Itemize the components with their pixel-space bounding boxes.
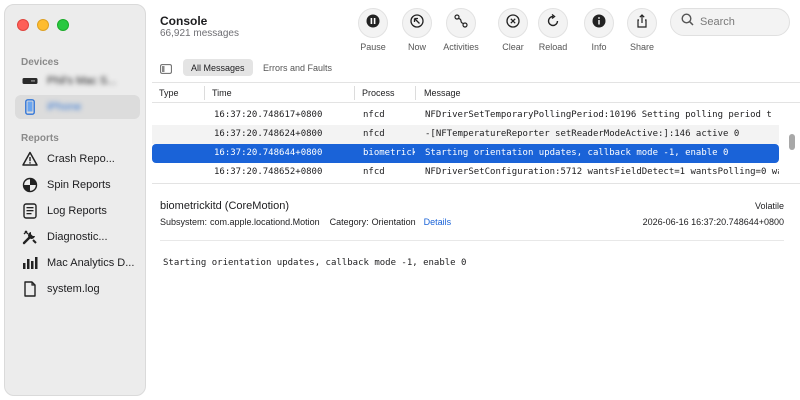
- sidebar-item-label: Spin Reports: [47, 179, 111, 191]
- sidebar-item-analytics-data[interactable]: Mac Analytics D...: [15, 251, 140, 275]
- row-time: 16:37:20.748624+0800: [214, 129, 323, 139]
- spin-reports-icon: [21, 176, 39, 194]
- clear-icon: [506, 13, 520, 33]
- devices-section-title: Devices: [21, 57, 59, 68]
- mac-mini-icon: [21, 72, 39, 90]
- row-message: NFDriverSetTemporaryPollingPeriod:10196 …: [425, 110, 772, 120]
- now-label: Now: [407, 42, 426, 52]
- row-time: 16:37:20.748644+0800: [214, 148, 323, 158]
- sidebar-item-label: iPhone: [47, 101, 82, 113]
- share-icon: [635, 13, 649, 33]
- column-divider[interactable]: [415, 86, 416, 100]
- reports-section-title: Reports: [21, 133, 59, 144]
- sidebar-toggle-icon[interactable]: [160, 61, 172, 79]
- column-divider[interactable]: [204, 86, 205, 100]
- detail-message: Starting orientation updates, callback m…: [163, 258, 467, 268]
- sidebar-item-label: system.log: [47, 283, 100, 295]
- search-field[interactable]: [670, 8, 790, 36]
- analytics-data-icon: [21, 254, 39, 272]
- crash-reports-icon: [21, 150, 39, 168]
- log-scrollbar[interactable]: [788, 104, 796, 180]
- info-icon: [592, 14, 606, 33]
- search-input[interactable]: [700, 16, 780, 28]
- row-process: nfcd: [363, 167, 385, 177]
- now-button[interactable]: Now: [392, 8, 442, 52]
- share-button[interactable]: Share: [617, 8, 667, 52]
- activities-button[interactable]: Activities: [436, 8, 486, 52]
- sidebar-item-spin-reports[interactable]: Spin Reports: [15, 173, 140, 197]
- close-window-button[interactable]: [17, 19, 29, 31]
- sidebar-item-iphone[interactable]: iPhone: [15, 95, 140, 119]
- subsystem-label: Subsystem:: [160, 217, 208, 227]
- zoom-window-button[interactable]: [57, 19, 69, 31]
- reload-button[interactable]: Reload: [528, 8, 578, 52]
- row-process: biometrickitd: [363, 148, 415, 158]
- sidebar-item-system-log[interactable]: system.log: [15, 277, 140, 301]
- sidebar-item-label: Log Reports: [47, 205, 107, 217]
- row-time: 16:37:20.748617+0800: [214, 110, 323, 120]
- table-row[interactable]: 16:37:20.748624+0800 nfcd -[NFTemperatur…: [152, 125, 779, 144]
- scrollbar-thumb[interactable]: [789, 134, 795, 150]
- pause-label: Pause: [360, 42, 386, 52]
- subsystem-value: com.apple.locationd.Motion: [210, 217, 320, 227]
- split-divider[interactable]: [152, 183, 800, 184]
- log-table-header: Type Time Process Message: [152, 82, 800, 103]
- category-label: Category:: [329, 217, 369, 227]
- row-message: NFDriverSetConfiguration:5712 wantsField…: [425, 167, 779, 177]
- iphone-icon: [21, 98, 39, 116]
- share-label: Share: [629, 42, 655, 52]
- row-message: Starting orientation updates, callback m…: [425, 148, 729, 158]
- console-window: Devices Phil's Mac S... iPhone Reports C…: [0, 0, 800, 400]
- sidebar-item-label: Mac Analytics D...: [47, 257, 135, 269]
- table-row[interactable]: 16:37:20.748617+0800 nfcd NFDriverSetTem…: [152, 106, 779, 125]
- details-link[interactable]: Details: [424, 217, 452, 227]
- reload-label: Reload: [538, 42, 568, 52]
- row-process: nfcd: [363, 129, 385, 139]
- category-value: Orientation: [371, 217, 416, 227]
- volatile-badge: Volatile: [754, 201, 784, 211]
- row-time: 16:37:20.748652+0800: [214, 167, 323, 177]
- detail-metadata: Subsystem: com.apple.locationd.Motion Ca…: [160, 217, 451, 227]
- reload-icon: [546, 13, 560, 33]
- table-row-selected[interactable]: 16:37:20.748644+0800 biometrickitd Start…: [152, 144, 779, 163]
- window-title: Console: [160, 14, 208, 28]
- activities-label: Activities: [443, 42, 479, 52]
- detail-timestamp: 2026-06-16 16:37:20.748644+0800: [642, 217, 784, 227]
- sidebar-item-diagnostic-reports[interactable]: Diagnostic...: [15, 225, 140, 249]
- window-controls: [17, 19, 69, 31]
- column-process[interactable]: Process: [362, 88, 395, 98]
- log-reports-icon: [21, 202, 39, 220]
- column-message[interactable]: Message: [424, 88, 461, 98]
- detail-title: biometrickitd (CoreMotion): [160, 200, 289, 212]
- sidebar: Devices Phil's Mac S... iPhone Reports C…: [4, 4, 146, 396]
- column-divider[interactable]: [354, 86, 355, 100]
- row-process: nfcd: [363, 110, 385, 120]
- sidebar-item-label: Crash Repo...: [47, 153, 115, 165]
- clear-label: Clear: [502, 42, 524, 52]
- tab-errors-and-faults[interactable]: Errors and Faults: [255, 59, 340, 76]
- diagnostic-reports-icon: [21, 228, 39, 246]
- tab-all-messages[interactable]: All Messages: [183, 59, 253, 76]
- row-message: -[NFTemperatureReporter setReaderModeAct…: [425, 129, 740, 139]
- info-label: Info: [591, 42, 607, 52]
- document-icon: [21, 280, 39, 298]
- activities-icon: [454, 13, 468, 33]
- detail-divider: [160, 240, 784, 241]
- sidebar-item-log-reports[interactable]: Log Reports: [15, 199, 140, 223]
- search-icon: [681, 13, 694, 31]
- table-row[interactable]: 16:37:20.748652+0800 nfcd NFDriverSetCon…: [152, 163, 779, 182]
- sidebar-item-crash-reports[interactable]: Crash Repo...: [15, 147, 140, 171]
- column-time[interactable]: Time: [212, 88, 232, 98]
- message-count: 66,921 messages: [160, 28, 239, 39]
- pause-button[interactable]: Pause: [348, 8, 398, 52]
- minimize-window-button[interactable]: [37, 19, 49, 31]
- sidebar-item-mac[interactable]: Phil's Mac S...: [15, 69, 140, 93]
- sidebar-item-label: Diagnostic...: [47, 231, 108, 243]
- sidebar-item-label: Phil's Mac S...: [47, 75, 117, 87]
- jump-to-now-icon: [410, 13, 424, 33]
- column-type[interactable]: Type: [159, 88, 179, 98]
- pause-icon: [366, 14, 380, 33]
